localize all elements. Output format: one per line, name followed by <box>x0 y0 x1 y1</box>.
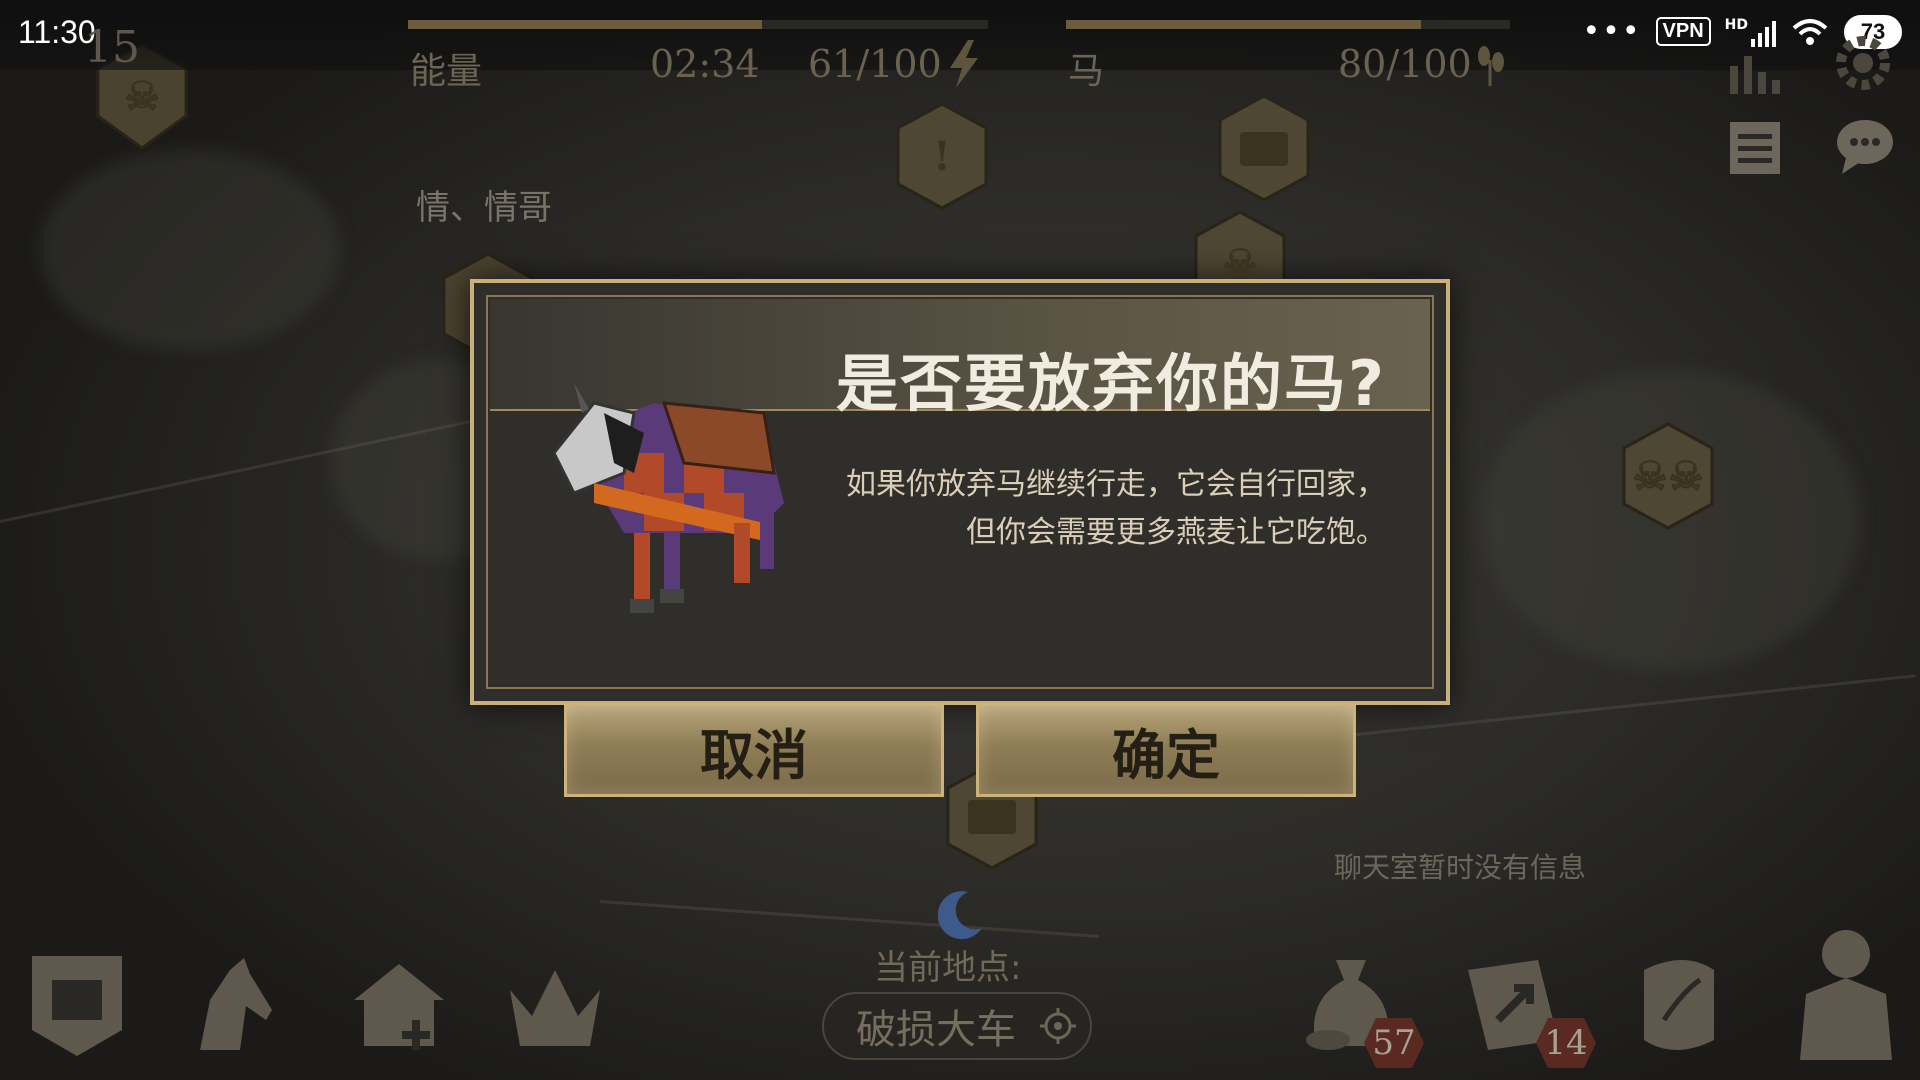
dialog-message: 如果你放弃马继续行走，它会自行回家， 但你会需要更多燕麦让它吃饱。 <box>766 461 1386 557</box>
confirm-button[interactable]: 确定 <box>976 703 1356 797</box>
double-skull-icon: ☠☠ <box>1632 452 1704 500</box>
build-camp-icon[interactable] <box>344 950 454 1060</box>
target-icon <box>1040 1008 1076 1044</box>
cancel-button[interactable]: 取消 <box>564 703 944 797</box>
quest-scroll-icon[interactable] <box>1624 950 1734 1060</box>
dialog-message-line: 如果你放弃马继续行走，它会自行回家， <box>846 467 1386 502</box>
armored-horse-icon <box>552 383 784 613</box>
character-icon[interactable] <box>1786 924 1906 1064</box>
map-count-badge: 14 <box>1536 1018 1596 1068</box>
current-location-name: 破损大车 <box>856 1007 1016 1053</box>
crown-icon[interactable] <box>500 950 610 1060</box>
dialog-message-line: 但你会需要更多燕麦让它吃饱。 <box>966 515 1386 550</box>
party-banner-icon[interactable] <box>22 950 132 1060</box>
skull-icon: ☠ <box>124 72 160 120</box>
current-location-pill[interactable]: 破损大车 <box>822 992 1092 1060</box>
skull-icon: ☠ <box>1222 240 1258 288</box>
current-location-label: 当前地点: <box>874 948 1022 988</box>
chat-empty-message: 聊天室暂时没有信息 <box>1334 851 1587 884</box>
abandon-horse-dialog: 是否要放弃你的马? 如果你放弃马继续行走，它会自行回家， 但你会需要更多燕麦让它… <box>470 279 1450 705</box>
exclamation-icon: ! <box>933 132 951 180</box>
inventory-count-badge: 57 <box>1364 1018 1424 1068</box>
dialog-title: 是否要放弃你的马? <box>836 347 1386 420</box>
horse-icon[interactable] <box>180 950 290 1060</box>
